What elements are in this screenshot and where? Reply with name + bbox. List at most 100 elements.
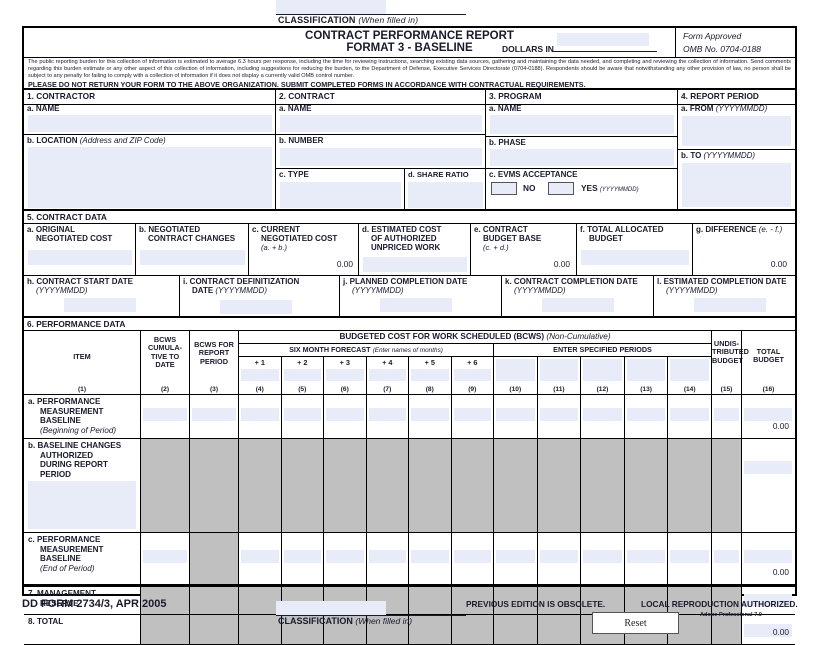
forecast-month-input-1[interactable] bbox=[241, 369, 279, 381]
cell-r2-c3[interactable] bbox=[190, 439, 239, 533]
input-r3-c16[interactable] bbox=[744, 550, 792, 563]
program-name-input[interactable] bbox=[490, 115, 674, 134]
input-r1-c6[interactable] bbox=[326, 408, 364, 421]
specified-period-input-2[interactable] bbox=[539, 359, 579, 381]
cell-r2-c7[interactable] bbox=[366, 439, 409, 533]
contract-name-input[interactable] bbox=[280, 115, 482, 132]
evms-yes-input[interactable] bbox=[548, 182, 574, 195]
contractor-location-input[interactable] bbox=[28, 147, 272, 208]
evms-no-checkbox[interactable] bbox=[491, 182, 517, 195]
cell-r2-c13[interactable] bbox=[624, 439, 669, 533]
cell-r5-c10[interactable] bbox=[494, 615, 538, 645]
input-r1-c3[interactable] bbox=[192, 408, 236, 421]
cell-r2-c9[interactable] bbox=[451, 439, 494, 533]
negotiated-contract-changes-input[interactable] bbox=[140, 250, 245, 265]
cell-r5-c15[interactable] bbox=[712, 615, 742, 645]
input-r3-c2[interactable] bbox=[143, 550, 187, 563]
contract-definitization-date-input[interactable] bbox=[220, 300, 292, 314]
specified-period-input-4[interactable] bbox=[626, 359, 666, 381]
forecast-month-input-3[interactable] bbox=[326, 369, 364, 381]
cell-r5-c9[interactable] bbox=[451, 615, 494, 645]
classification-input-top[interactable] bbox=[276, 0, 386, 14]
s5e-note: (c. + d.) bbox=[483, 243, 509, 252]
total-allocated-budget-input[interactable] bbox=[581, 250, 689, 265]
input-r1-c7[interactable] bbox=[368, 408, 406, 421]
input-r1-c14[interactable] bbox=[670, 408, 709, 421]
cell-r5-c11[interactable] bbox=[537, 615, 582, 645]
forecast-month-input-2[interactable] bbox=[283, 369, 321, 381]
input-r3-c8[interactable] bbox=[411, 550, 449, 563]
input-r1-c13[interactable] bbox=[626, 408, 666, 421]
row-label-input-2[interactable] bbox=[28, 481, 136, 529]
input-r3-c9[interactable] bbox=[453, 550, 491, 563]
cell-r5-c4[interactable] bbox=[239, 615, 282, 645]
cell-r4-c8[interactable] bbox=[409, 585, 452, 615]
cell-r2-c5[interactable] bbox=[281, 439, 324, 533]
input-r3-c11[interactable] bbox=[539, 550, 579, 563]
classification-label-text: CLASSIFICATION bbox=[278, 15, 356, 25]
s5g-note: (e. - f.) bbox=[758, 225, 783, 234]
reset-button[interactable]: Reset bbox=[592, 612, 679, 634]
original-negotiated-cost-input[interactable] bbox=[28, 250, 132, 265]
dollars-in-input[interactable] bbox=[557, 33, 649, 46]
cell-r4-c3[interactable] bbox=[190, 585, 239, 615]
input-r3-c14[interactable] bbox=[670, 550, 709, 563]
cell-r2-c8[interactable] bbox=[409, 439, 452, 533]
specified-period-input-3[interactable] bbox=[583, 359, 622, 381]
contract-start-date-input[interactable] bbox=[64, 298, 136, 312]
report-period-to-input[interactable] bbox=[682, 163, 791, 207]
input-r1-c5[interactable] bbox=[283, 408, 321, 421]
contract-completion-date-input[interactable] bbox=[542, 298, 614, 312]
contractor-name-input[interactable] bbox=[28, 115, 272, 132]
input-r3-c10[interactable] bbox=[496, 550, 535, 563]
input-r3-c13[interactable] bbox=[626, 550, 666, 563]
cell-r2-c15[interactable] bbox=[712, 439, 742, 533]
cell-r2-c2[interactable] bbox=[141, 439, 190, 533]
estimated-cost-unpriced-input[interactable] bbox=[363, 257, 467, 272]
input-r3-c12[interactable] bbox=[583, 550, 622, 563]
input-r1-c10[interactable] bbox=[496, 408, 535, 421]
cell-r5-c3[interactable] bbox=[190, 615, 239, 645]
cell-r5-c8[interactable] bbox=[409, 615, 452, 645]
row-label-3: c. PERFORMANCE MEASUREMENT BASELINE (End of… bbox=[24, 533, 141, 585]
s5g-label: g. DIFFERENCE (e. - f.) bbox=[693, 224, 795, 234]
input-r1-c11[interactable] bbox=[539, 408, 579, 421]
cell-r2-c4[interactable] bbox=[239, 439, 282, 533]
planned-completion-date-input[interactable] bbox=[380, 298, 452, 312]
input-r1-c2[interactable] bbox=[143, 408, 187, 421]
input-r3-c15[interactable] bbox=[714, 550, 739, 563]
input-r1-c15[interactable] bbox=[714, 408, 739, 421]
input-r1-c12[interactable] bbox=[583, 408, 622, 421]
input-r1-c8[interactable] bbox=[411, 408, 449, 421]
cell-r2-c11[interactable] bbox=[537, 439, 582, 533]
cell-r2-c16[interactable] bbox=[742, 439, 795, 533]
form-body-frame: CONTRACT PERFORMANCE REPORT FORMAT 3 - B… bbox=[22, 26, 797, 645]
contract-type-input[interactable] bbox=[280, 182, 401, 208]
specified-period-input-5[interactable] bbox=[670, 359, 709, 381]
cell-r2-c6[interactable] bbox=[324, 439, 367, 533]
classification-input-bottom[interactable] bbox=[276, 601, 386, 615]
cell-r2-c10[interactable] bbox=[494, 439, 538, 533]
cell-r2-c12[interactable] bbox=[581, 439, 625, 533]
input-r1-c4[interactable] bbox=[241, 408, 279, 421]
share-ratio-input[interactable] bbox=[408, 182, 483, 208]
estimated-completion-date-input[interactable] bbox=[694, 298, 766, 312]
input-r1-c9[interactable] bbox=[453, 408, 491, 421]
input-r2-c16[interactable] bbox=[744, 461, 792, 474]
program-phase-input[interactable] bbox=[490, 149, 674, 166]
cell-r5-c2[interactable] bbox=[141, 615, 190, 645]
input-r3-c7[interactable] bbox=[368, 550, 406, 563]
six-month-note: (Enter names of months) bbox=[372, 347, 443, 354]
specified-period-input-1[interactable] bbox=[496, 359, 535, 381]
forecast-month-input-4[interactable] bbox=[368, 369, 406, 381]
input-r3-c4[interactable] bbox=[241, 550, 279, 563]
input-r1-c16[interactable] bbox=[744, 408, 792, 421]
forecast-month-input-6[interactable] bbox=[453, 369, 491, 381]
report-period-from-input[interactable] bbox=[682, 116, 791, 146]
contract-number-input[interactable] bbox=[280, 148, 482, 166]
cell-r3-c3[interactable] bbox=[190, 533, 239, 585]
cell-r2-c14[interactable] bbox=[668, 439, 712, 533]
forecast-month-input-5[interactable] bbox=[411, 369, 449, 381]
input-r3-c6[interactable] bbox=[326, 550, 364, 563]
input-r3-c5[interactable] bbox=[283, 550, 321, 563]
